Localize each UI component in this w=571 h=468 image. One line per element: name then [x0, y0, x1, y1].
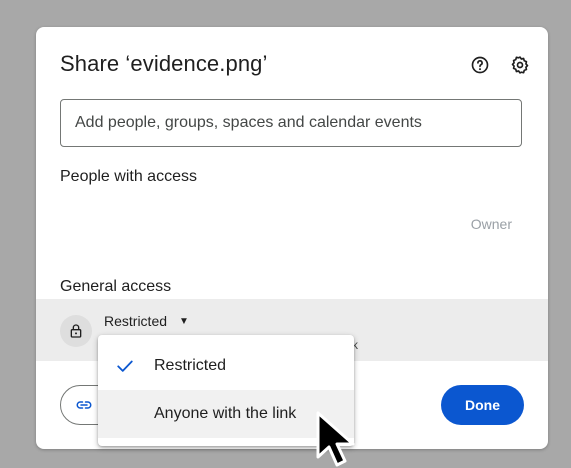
menu-item-restricted[interactable]: Restricted — [98, 342, 354, 390]
caret-down-icon: ▼ — [179, 315, 189, 327]
dialog-title: Share ‘evidence.png’ — [60, 51, 268, 76]
link-icon — [76, 401, 92, 409]
lock-icon — [70, 324, 82, 338]
done-button[interactable]: Done — [441, 385, 524, 425]
settings-button[interactable] — [508, 53, 532, 77]
owner-role-label: Owner — [470, 216, 512, 232]
add-people-placeholder: Add people, groups, spaces and calendar … — [75, 114, 422, 131]
mouse-pointer-icon — [316, 411, 355, 467]
general-access-heading: General access — [60, 278, 172, 295]
check-icon — [117, 360, 133, 372]
add-people-input[interactable]: Add people, groups, spaces and calendar … — [60, 99, 522, 147]
menu-item-label: Anyone with the link — [154, 405, 297, 422]
gear-icon — [511, 56, 529, 74]
people-with-access-heading: People with access — [60, 168, 197, 185]
lock-avatar — [60, 315, 92, 347]
help-circle-icon — [471, 56, 489, 74]
access-level-value: Restricted — [104, 313, 168, 329]
access-level-dropdown[interactable]: Restricted ▼ — [104, 313, 189, 329]
menu-item-label: Restricted — [154, 357, 227, 374]
help-button[interactable] — [468, 53, 492, 77]
